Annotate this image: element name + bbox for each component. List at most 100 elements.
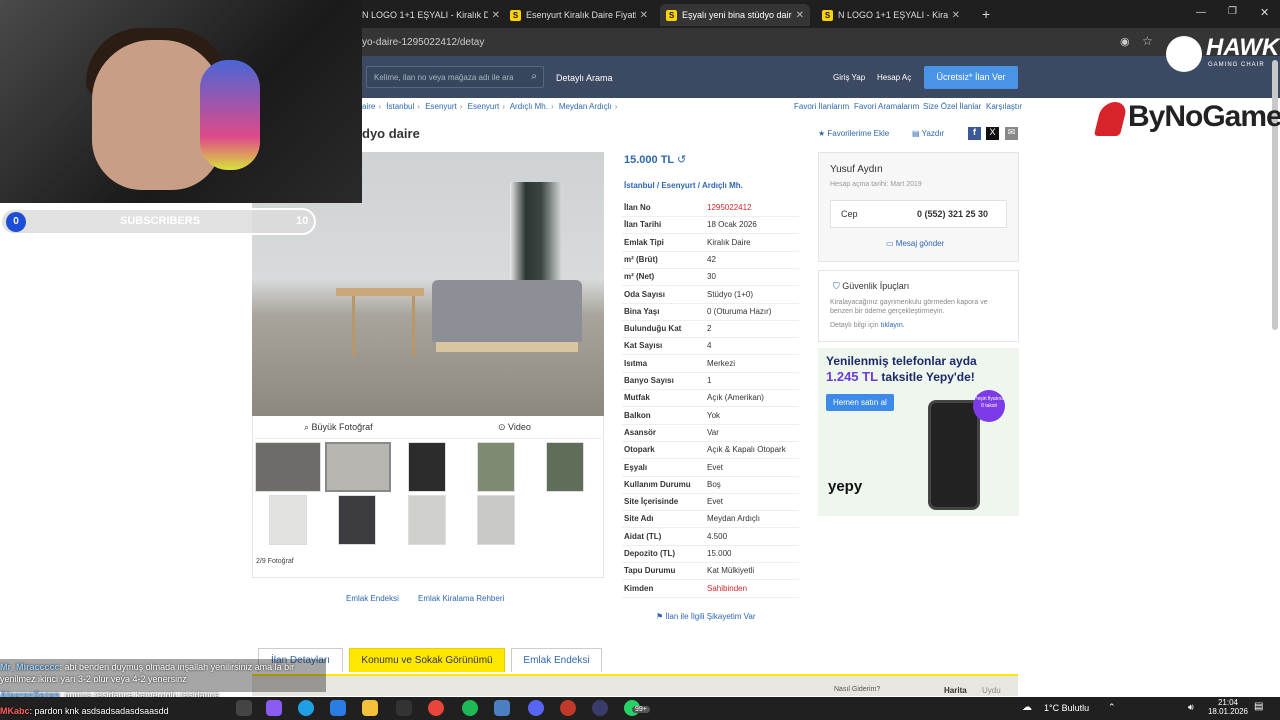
location-link[interactable]: Ardıçlı Mh. [702, 181, 743, 190]
special-listings-link[interactable]: Size Özel İlanlar [923, 102, 981, 111]
video-button[interactable]: ⊙ Video [498, 422, 531, 433]
hawk-text: HAWK [1206, 34, 1280, 61]
search-icon[interactable]: ⌕ [531, 71, 537, 82]
seller-name[interactable]: Yusuf Aydın [830, 164, 883, 175]
complaint-link[interactable]: ⚑ İlan ile İlgili Şikayetim Var [656, 612, 756, 621]
safety-more-link[interactable]: tıklayın. [881, 322, 905, 329]
breadcrumb-item[interactable]: Esenyurt [468, 102, 500, 111]
thumbnail[interactable] [477, 442, 515, 492]
thumbnail[interactable] [477, 495, 515, 545]
close-tab-icon[interactable]: ✕ [952, 10, 960, 21]
eye-off-icon[interactable]: ◉ [1120, 35, 1130, 48]
xbox-icon[interactable] [396, 700, 412, 716]
restore-icon[interactable]: ❐ [1228, 6, 1237, 17]
thumbnail[interactable] [255, 442, 321, 492]
detail-row: Bina Yaşı 0 (Oturuma Hazır) [622, 304, 799, 321]
map[interactable]: Nasıl Giderim? Harita Uydu [252, 674, 1018, 696]
obs-icon[interactable] [560, 700, 576, 716]
rental-guide-link[interactable]: Emlak Kiralama Rehberi [418, 594, 504, 603]
compare-link[interactable]: Karşılaştır [986, 102, 1022, 111]
thumbnail[interactable] [338, 495, 376, 545]
detail-value[interactable]: Sahibinden [707, 581, 747, 597]
star-icon: ★ [818, 129, 828, 138]
detail-row: Kullanım Durumu Boş [622, 477, 799, 494]
detailed-search-link[interactable]: Detaylı Arama [556, 73, 613, 83]
search-input[interactable]: Kelime, ilan no veya mağaza adı ile ara ⌕ [366, 66, 544, 88]
map-view-button[interactable]: Harita [944, 686, 967, 695]
mail-icon[interactable] [330, 700, 346, 716]
thumbnail[interactable] [546, 442, 584, 492]
facebook-share-icon[interactable]: f [968, 127, 981, 140]
desk-image-part [336, 288, 424, 296]
phone-number[interactable]: 0 (552) 321 25 30 [917, 209, 988, 219]
tray-chevron-icon[interactable]: ⌃ [1108, 702, 1116, 713]
spotify-icon[interactable] [462, 700, 478, 716]
browser-tab-4[interactable]: SN LOGO 1+1 EŞYALI - Kiralık Da✕ [816, 4, 966, 26]
thumbnail[interactable] [269, 495, 307, 545]
print-link[interactable]: ▤ Yazdır [912, 129, 944, 138]
notifications-icon[interactable]: ▤ [1254, 701, 1263, 712]
location-link[interactable]: Esenyurt [661, 181, 695, 190]
breadcrumb-item[interactable]: aire [362, 102, 375, 111]
close-tab-icon[interactable]: ✕ [492, 10, 500, 21]
close-tab-icon[interactable]: ✕ [640, 10, 648, 21]
detail-row: Bulunduğu Kat 2 [622, 321, 799, 339]
close-tab-icon[interactable]: ✕ [796, 10, 804, 21]
big-photo-button[interactable]: ⌕ Büyük Fotoğraf [304, 422, 373, 433]
tab-location[interactable]: Konumu ve Sokak Görünümü [349, 648, 505, 672]
detail-key: Site Adı [624, 514, 654, 524]
ad-buy-button[interactable]: Hemen satın al [826, 394, 894, 411]
detail-key: Otopark [624, 445, 655, 455]
browser-tab-3-active[interactable]: SEşyalı yeni bina stüdyo daire - K✕ [660, 4, 810, 26]
sahibinden-favicon: S [666, 9, 677, 21]
detail-key: Tapu Durumu [624, 566, 676, 576]
register-link[interactable]: Hesap Aç [877, 73, 911, 82]
chrome-icon[interactable] [428, 700, 444, 716]
detail-value: 4 [707, 341, 712, 351]
breadcrumb-item[interactable]: Esenyurt [425, 102, 457, 111]
detail-row: Banyo Sayısı 1 [622, 373, 799, 390]
ad-badge: Peşin fiyatına 8 taksit [973, 390, 1005, 422]
file-explorer-icon[interactable] [362, 700, 378, 716]
ad-line2: 1.245 TL taksitle Yepy'de! [826, 369, 975, 384]
volume-icon[interactable]: 🔊︎ [1188, 702, 1194, 713]
new-tab-button[interactable]: + [982, 6, 990, 22]
discord-icon[interactable] [528, 700, 544, 716]
login-link[interactable]: Giriş Yap [833, 73, 865, 82]
location-link[interactable]: İstanbul [624, 181, 655, 190]
clock[interactable]: 21:04 18.01.2026 [1206, 698, 1250, 716]
directions-link[interactable]: Nasıl Giderim? [834, 686, 880, 693]
yepy-ad-banner[interactable]: Yenilenmiş telefonlar ayda 1.245 TL taks… [818, 348, 1019, 516]
app-icon[interactable] [494, 700, 510, 716]
location-links: İstanbul / Esenyurt / Ardıçlı Mh. [624, 181, 743, 190]
thumbnail[interactable] [408, 495, 446, 545]
browser-tab-1[interactable]: N LOGO 1+1 EŞYALI - Kiralık Da ✕ [356, 4, 506, 26]
favorite-searches-link[interactable]: Favori Aramalarım [854, 102, 919, 111]
add-favorite-link[interactable]: ★ Favorilerime Ekle [818, 129, 889, 138]
app-icon[interactable] [592, 700, 608, 716]
bookmark-star-icon[interactable]: ☆ [1142, 34, 1153, 48]
history-icon[interactable]: ↺ [677, 154, 686, 166]
url-text[interactable]: yo-daire-1295022412/detay [362, 37, 484, 48]
tab-real-estate-index[interactable]: Emlak Endeksi [511, 648, 602, 672]
email-share-icon[interactable]: ✉ [1005, 127, 1018, 140]
satellite-view-button[interactable]: Uydu [982, 686, 1001, 695]
weather-text[interactable]: 1°C Bulutlu [1044, 703, 1089, 713]
detail-key: Kimden [624, 583, 654, 593]
close-window-icon[interactable]: ✕ [1260, 6, 1269, 19]
post-ad-button[interactable]: Ücretsiz* İlan Ver [924, 66, 1018, 89]
breadcrumb-item[interactable]: Ardıçlı Mh. [510, 102, 548, 111]
send-message-link[interactable]: ▭ Mesaj gönder [886, 239, 944, 248]
x-share-icon[interactable]: X [986, 127, 999, 140]
breadcrumb-item[interactable]: İstanbul [386, 102, 414, 111]
minimize-icon[interactable]: — [1196, 7, 1206, 18]
detail-row: Kimden Sahibinden [622, 581, 799, 598]
browser-tab-2[interactable]: SEsenyurt Kiralık Daire Fiyatları ve✕ [504, 4, 654, 26]
thumbnail-selected[interactable] [325, 442, 391, 492]
detail-value: Açık & Kapalı Otopark [707, 445, 786, 455]
detail-value[interactable]: 1295022412 [707, 200, 752, 216]
thumbnail[interactable] [408, 442, 446, 492]
breadcrumb-item[interactable]: Meydan Ardıçlı [559, 102, 612, 111]
real-estate-index-link[interactable]: Emlak Endeksi [346, 594, 399, 603]
favorite-listings-link[interactable]: Favori İlanlarım [794, 102, 849, 111]
